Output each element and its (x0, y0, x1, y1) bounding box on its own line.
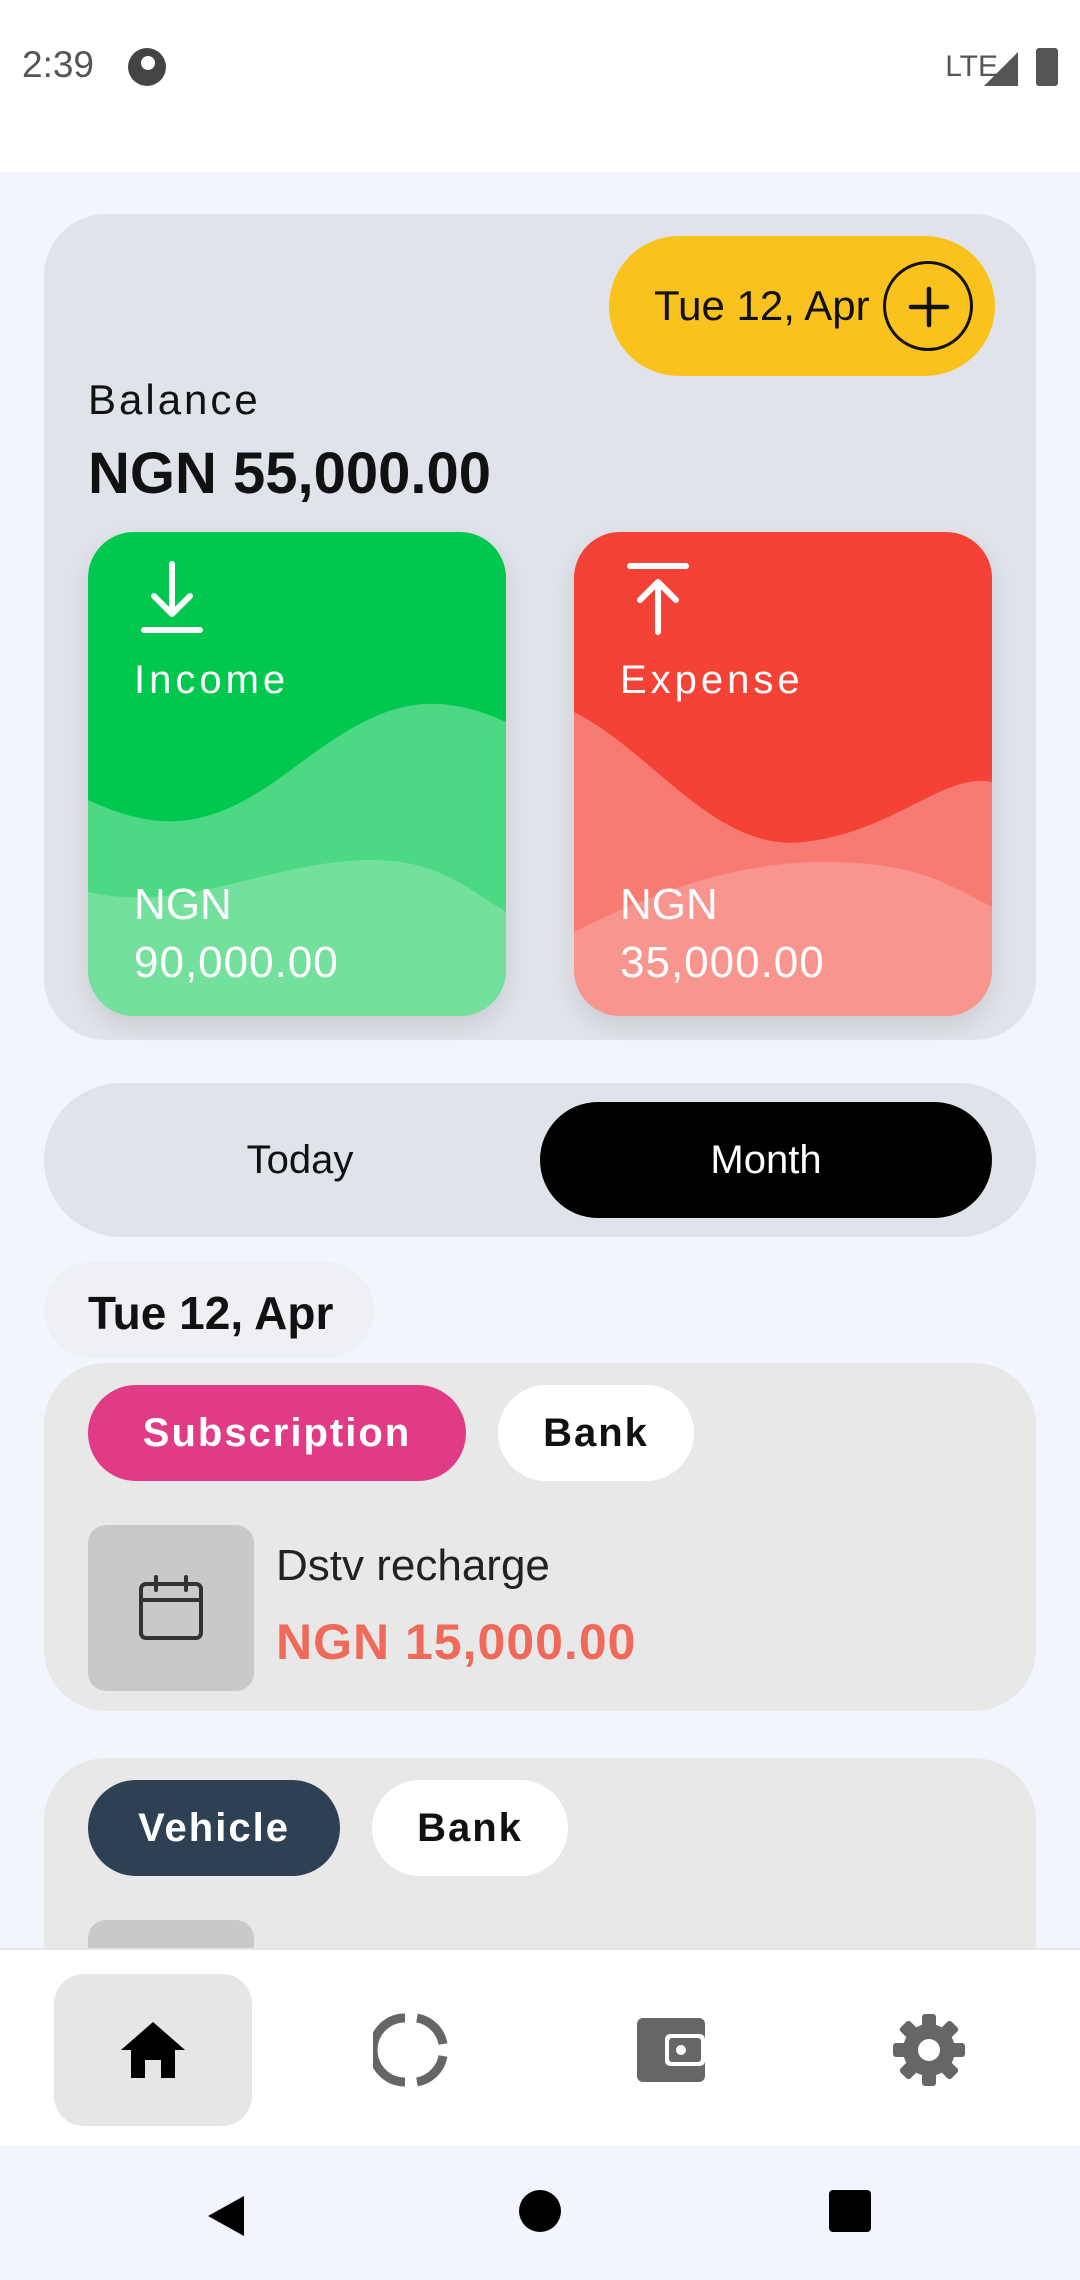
nav-settings[interactable] (830, 1974, 1028, 2126)
nav-stats[interactable] (312, 1974, 510, 2126)
home-icon (121, 2022, 185, 2078)
wallet-icon (637, 2018, 705, 2082)
income-card[interactable]: Income NGN 90,000.00 (88, 532, 506, 1016)
upload-icon (626, 560, 690, 641)
account-chip-bank[interactable]: Bank (498, 1385, 694, 1481)
category-chip-vehicle[interactable]: Vehicle (88, 1780, 340, 1876)
transaction-amount: NGN 15,000.00 (276, 1614, 637, 1670)
home-circle-icon[interactable] (519, 2190, 561, 2232)
balance-label: Balance (88, 376, 261, 423)
status-time: 2:39 (22, 44, 95, 85)
income-currency: NGN (134, 880, 232, 929)
period-toggle: Today Month (44, 1083, 1036, 1237)
system-nav-bar (0, 2146, 1080, 2280)
transaction-name: Dstv recharge (276, 1541, 550, 1590)
nav-home[interactable] (54, 1974, 252, 2126)
download-icon (140, 560, 204, 641)
nav-wallet[interactable] (572, 1974, 770, 2126)
battery-icon (1036, 48, 1058, 86)
stats-icon (373, 2013, 448, 2087)
back-icon[interactable] (206, 2194, 246, 2238)
date-picker-button[interactable]: Tue 12, Apr (609, 236, 995, 376)
status-bar: 2:39 LTE (0, 0, 1080, 172)
expense-currency: NGN (620, 880, 718, 929)
toggle-today[interactable]: Today (74, 1102, 526, 1218)
income-amount: 90,000.00 (134, 938, 339, 987)
expense-amount: 35,000.00 (620, 938, 825, 987)
bottom-nav (0, 1948, 1080, 2146)
balance-card: Tue 12, Apr Balance NGN 55,000.00 Income… (44, 214, 1036, 1040)
signal-icon (984, 52, 1018, 86)
balance-value: NGN 55,000.00 (88, 441, 492, 506)
section-date-label: Tue 12, Apr (88, 1287, 334, 1339)
calendar-icon (139, 1575, 203, 1640)
expense-card[interactable]: Expense NGN 35,000.00 (574, 532, 992, 1016)
toggle-month[interactable]: Month (540, 1102, 992, 1218)
transaction-card[interactable]: Subscription Bank Dstv recharge NGN 15,0… (44, 1363, 1036, 1711)
plus-circle-icon[interactable] (883, 261, 973, 351)
income-title: Income (134, 658, 290, 702)
app-notification-icon (128, 48, 166, 86)
expense-title: Expense (620, 658, 804, 702)
section-date-header: Tue 12, Apr (44, 1262, 374, 1358)
settings-icon (893, 2014, 965, 2086)
date-picker-label: Tue 12, Apr (654, 282, 870, 329)
account-chip-bank[interactable]: Bank (372, 1780, 568, 1876)
transaction-icon-box (88, 1525, 254, 1691)
recent-apps-icon[interactable] (829, 2190, 871, 2232)
category-chip-subscription[interactable]: Subscription (88, 1385, 466, 1481)
